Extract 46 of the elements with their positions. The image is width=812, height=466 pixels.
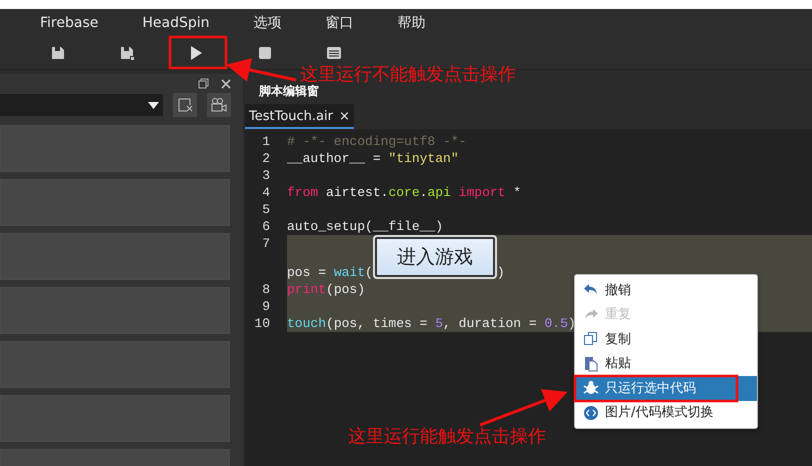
record-button[interactable] xyxy=(207,93,231,117)
line-number: 5 xyxy=(261,201,270,218)
scissors-icon xyxy=(177,97,194,113)
arrow xyxy=(226,58,296,82)
list-icon xyxy=(326,45,342,61)
editor-tab[interactable]: TestTouch.air × xyxy=(245,104,354,129)
line-number: 6 xyxy=(261,218,270,235)
code-icon xyxy=(583,404,599,421)
code-line: __author__ = "tinytan" xyxy=(287,150,460,167)
menu-item[interactable]: 图片/代码模式切换 xyxy=(575,400,757,425)
menu-item[interactable]: 粘贴 xyxy=(575,352,757,376)
code-line: from airtest.core.api import * xyxy=(287,184,522,201)
code-line: # -*- encoding=utf8 -*- xyxy=(287,133,468,150)
caret-icon xyxy=(148,102,160,108)
panel-title: 脚本编辑窗 xyxy=(259,83,319,100)
line-number: 10 xyxy=(253,315,270,332)
menu-item[interactable]: HeadSpin xyxy=(142,12,210,34)
highlight-frame xyxy=(168,36,228,70)
close-icon[interactable]: × xyxy=(338,106,350,126)
line-number: 8 xyxy=(261,281,270,298)
save-as-icon xyxy=(119,45,135,61)
tab-label: TestTouch.air xyxy=(249,108,333,126)
stop-icon xyxy=(257,45,273,61)
annotation-text: 这里运行不能触发点击操作 xyxy=(300,66,516,84)
restore-icon[interactable] xyxy=(198,78,209,89)
close-icon[interactable] xyxy=(221,78,231,88)
camera-icon xyxy=(210,97,228,113)
paste-icon xyxy=(583,356,599,372)
play-icon xyxy=(188,45,204,61)
menu-item[interactable]: 选项 xyxy=(254,12,282,34)
line-number: 1 xyxy=(261,133,270,150)
screenshot-button[interactable] xyxy=(173,93,198,117)
line-number: 2 xyxy=(261,150,270,167)
line-number: 7 xyxy=(261,235,270,252)
line-number: 4 xyxy=(261,184,270,201)
annotation-text: 这里运行能触发点击操作 xyxy=(348,428,546,446)
line-number: 9 xyxy=(261,298,270,315)
bug-icon xyxy=(583,380,599,396)
copy-icon xyxy=(583,331,599,348)
image-thumbnail[interactable]: 进入游戏 xyxy=(372,235,497,279)
menu-item[interactable]: Firebase xyxy=(40,12,98,34)
menu-item[interactable]: 帮助 xyxy=(398,12,426,34)
line-number: 3 xyxy=(261,167,270,184)
save-icon xyxy=(50,45,66,61)
menu-item[interactable]: 窗口 xyxy=(326,12,354,34)
code-line: auto_setup(__file__) xyxy=(287,218,444,235)
